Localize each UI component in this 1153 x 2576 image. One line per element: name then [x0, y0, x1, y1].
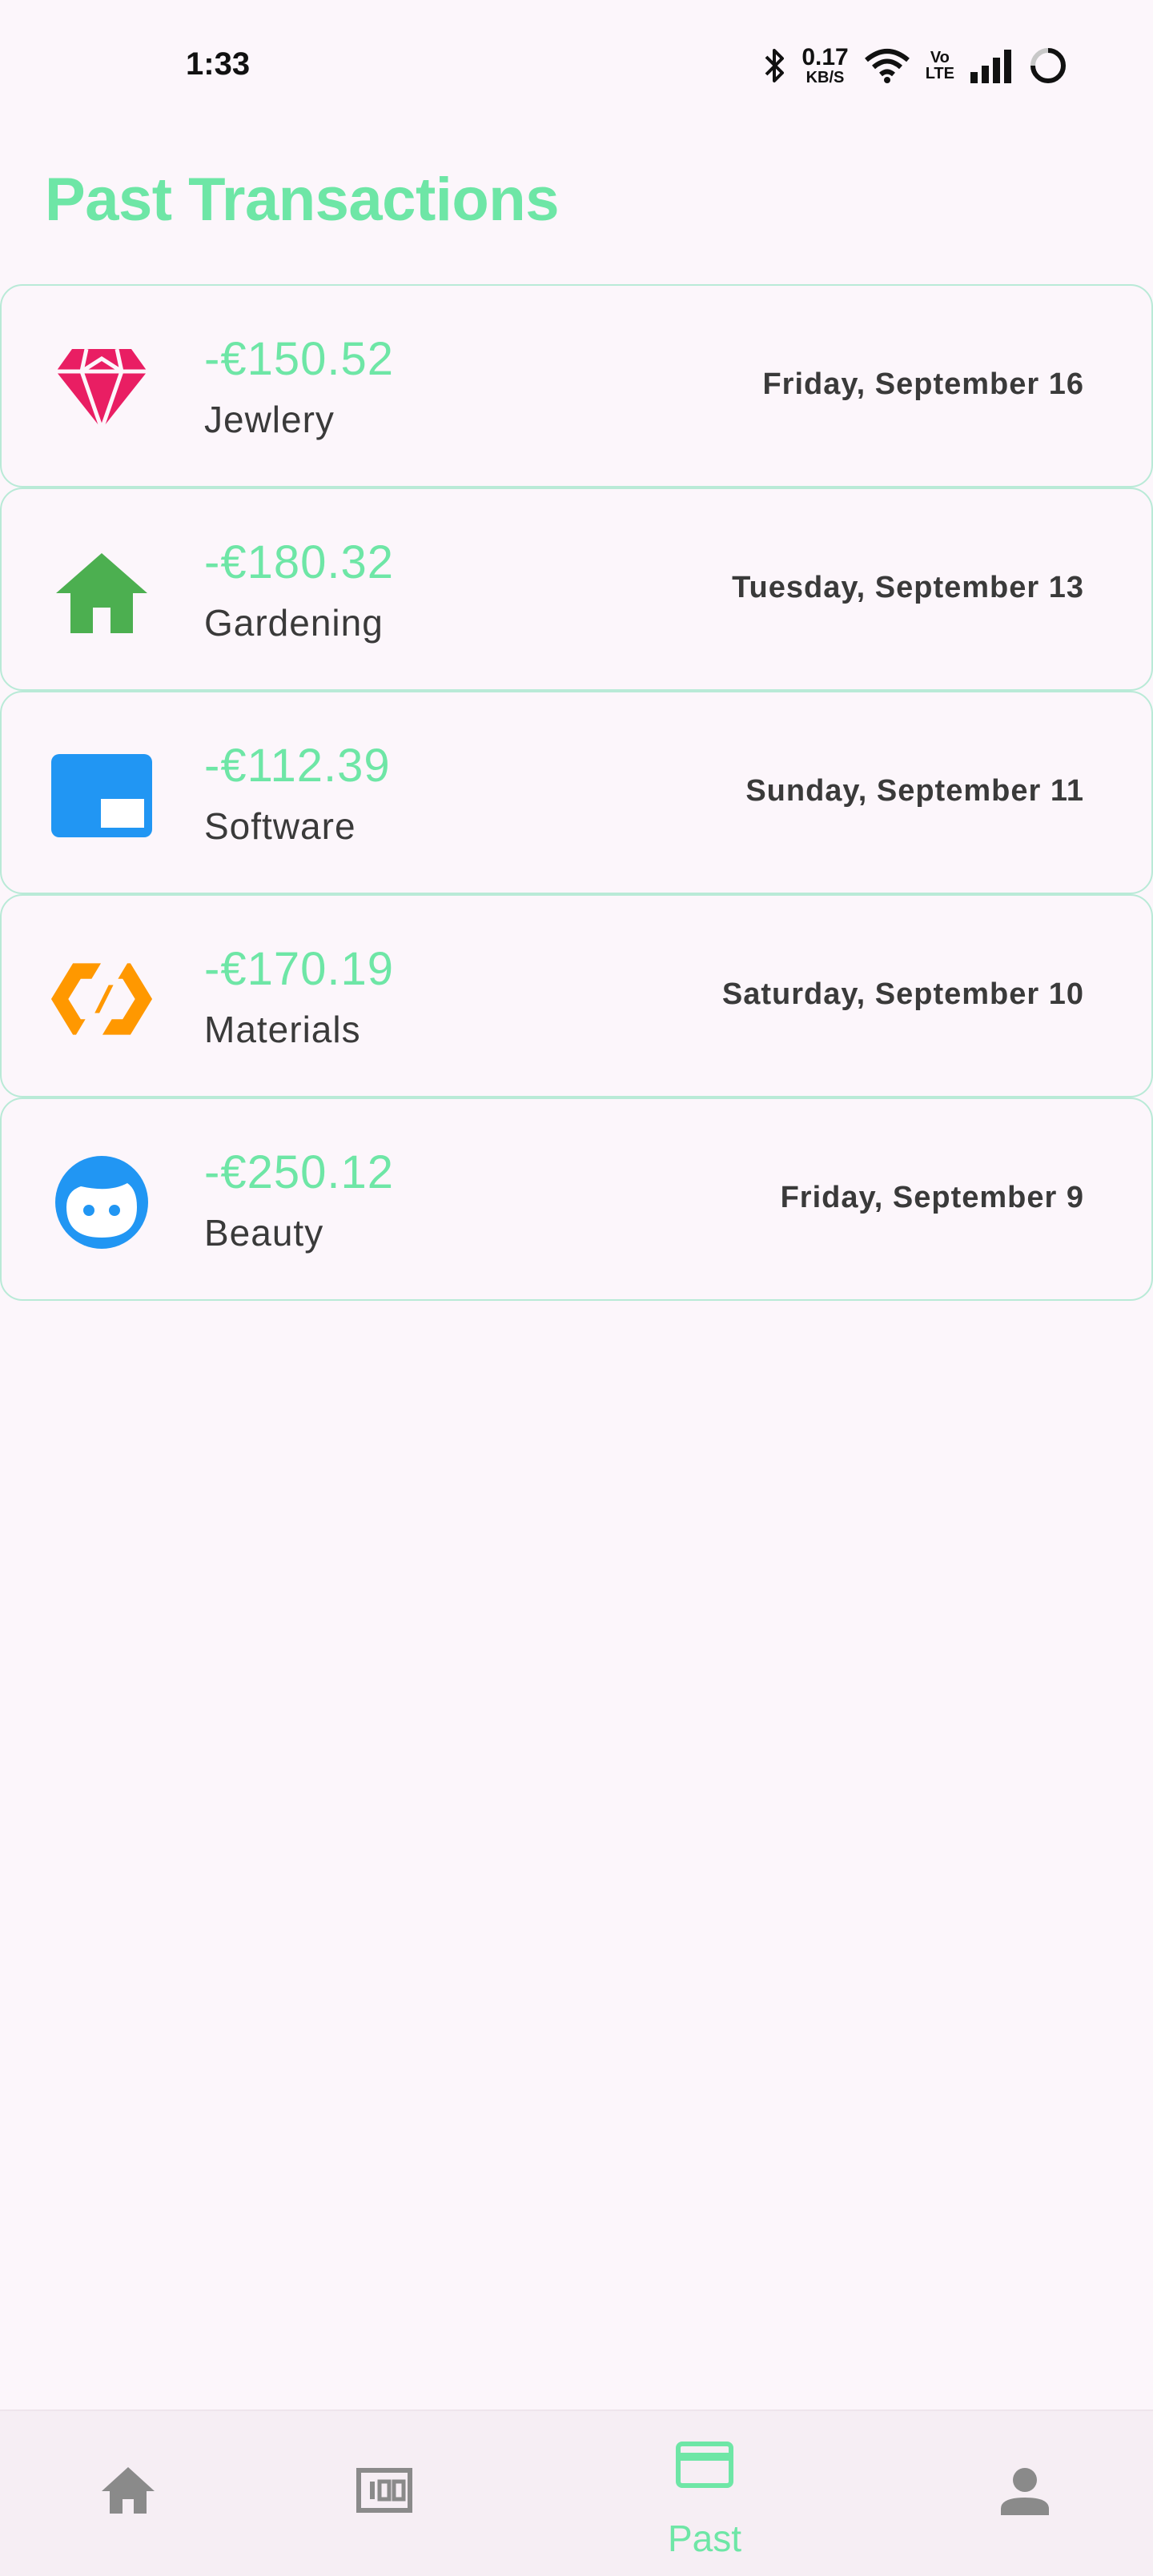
budget-icon: [356, 2468, 412, 2513]
transaction-item[interactable]: -€180.32 Gardening Tuesday, September 13: [0, 488, 1153, 691]
transaction-category: Gardening: [204, 602, 384, 644]
nav-item-profile[interactable]: [905, 2411, 1145, 2576]
person-icon: [1001, 2468, 1049, 2515]
transaction-amount: -€170.19: [204, 943, 394, 995]
transaction-item[interactable]: -€112.39 Software Sunday, September 11: [0, 691, 1153, 894]
nav-item-budget[interactable]: [264, 2411, 504, 2576]
transaction-date: Saturday, September 10: [721, 977, 1084, 1011]
transaction-item[interactable]: -€250.12 Beauty Friday, September 9: [0, 1097, 1153, 1301]
nav-item-past[interactable]: Past: [585, 2411, 825, 2576]
diamond-icon: [50, 337, 154, 441]
credit-card-icon: [676, 2442, 733, 2488]
wifi-icon: [864, 49, 910, 83]
transaction-date: Sunday, September 11: [745, 774, 1084, 808]
battery-ring-icon: [1030, 48, 1066, 83]
cell-signal-icon: [970, 50, 1011, 83]
bottom-navigation: Past: [0, 2409, 1153, 2576]
status-time: 1:33: [186, 46, 251, 82]
transaction-item[interactable]: -€170.19 Materials Saturday, September 1…: [0, 894, 1153, 1097]
page-title: Past Transactions: [45, 166, 560, 234]
net-speed: 0.17 KB/S: [801, 44, 849, 86]
house-icon: [50, 540, 154, 644]
transaction-item[interactable]: -€150.52 Jewlery Friday, September 16: [0, 284, 1153, 488]
nav-item-home[interactable]: [8, 2411, 248, 2576]
home-icon: [102, 2467, 155, 2514]
window-icon: [50, 744, 154, 848]
status-icons: 0.17 KB/S Vo LTE: [763, 42, 1068, 90]
nav-label-past: Past: [667, 2518, 742, 2559]
transaction-amount: -€150.52: [204, 333, 394, 385]
transaction-list: -€150.52 Jewlery Friday, September 16 -€…: [0, 284, 1153, 1301]
materials-icon: [50, 947, 154, 1051]
transaction-date: Tuesday, September 13: [732, 571, 1084, 604]
transaction-category: Materials: [204, 1009, 361, 1050]
face-icon: [50, 1150, 154, 1254]
transaction-amount: -€250.12: [204, 1146, 394, 1198]
transaction-category: Beauty: [204, 1212, 324, 1254]
transaction-date: Friday, September 9: [780, 1181, 1084, 1214]
transaction-category: Jewlery: [204, 399, 335, 440]
volte-icon: Vo LTE: [925, 49, 954, 82]
status-bar: 1:33 0.17 KB/S Vo LTE: [0, 0, 1153, 128]
transaction-category: Software: [204, 805, 356, 847]
transaction-amount: -€180.32: [204, 536, 394, 588]
bluetooth-icon: [765, 49, 785, 82]
transaction-amount: -€112.39: [204, 740, 391, 792]
transaction-date: Friday, September 16: [762, 367, 1084, 401]
